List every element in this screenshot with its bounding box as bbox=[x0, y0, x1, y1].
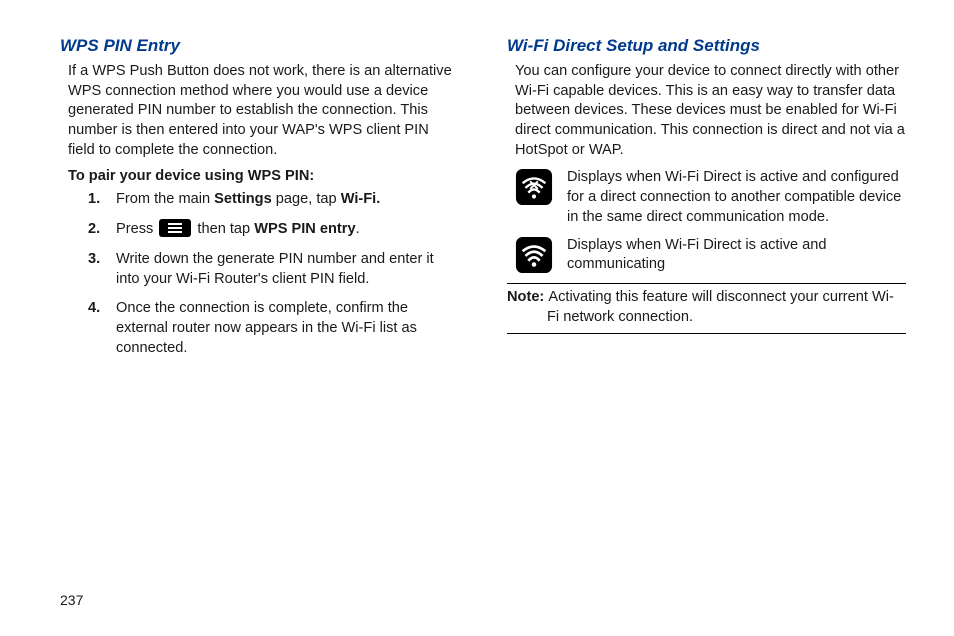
wps-pin-entry-heading: WPS PIN Entry bbox=[60, 36, 459, 56]
step-4: 4. Once the connection is complete, conf… bbox=[88, 299, 459, 358]
wifi-direct-active-configured-icon bbox=[515, 168, 553, 206]
wifi-direct-icon-row-1: Displays when Wi-Fi Direct is active and… bbox=[515, 168, 906, 227]
step-3: 3. Write down the generate PIN number an… bbox=[88, 250, 459, 289]
wifi-direct-icon-row-2: Displays when Wi-Fi Direct is active and… bbox=[515, 236, 906, 275]
wifi-direct-heading: Wi-Fi Direct Setup and Settings bbox=[507, 36, 906, 56]
step-1-number: 1. bbox=[88, 190, 104, 210]
wifi-direct-icon2-desc: Displays when Wi-Fi Direct is active and… bbox=[567, 236, 906, 275]
step-3-number: 3. bbox=[88, 250, 104, 289]
step-1-settings: Settings bbox=[214, 191, 272, 207]
step-2-wps-pin-entry: WPS PIN entry bbox=[254, 221, 355, 237]
divider-bottom bbox=[507, 333, 906, 334]
step-1: 1. From the main Settings page, tap Wi-F… bbox=[88, 190, 459, 210]
step-4-number: 4. bbox=[88, 299, 104, 358]
wifi-direct-active-communicating-icon bbox=[515, 236, 553, 274]
step-2-text-b: then tap bbox=[193, 221, 254, 237]
wifi-direct-intro: You can configure your device to connect… bbox=[515, 62, 906, 160]
divider-top bbox=[507, 283, 906, 284]
step-4-text: Once the connection is complete, confirm… bbox=[116, 299, 459, 358]
step-2-text-a: Press bbox=[116, 221, 157, 237]
note-label: Note: bbox=[507, 289, 548, 305]
note-text: Activating this feature will disconnect … bbox=[547, 289, 894, 325]
wps-intro-paragraph: If a WPS Push Button does not work, ther… bbox=[68, 62, 459, 160]
step-1-wifi: Wi-Fi. bbox=[341, 191, 381, 207]
note-block: Note: Activating this feature will disco… bbox=[507, 288, 906, 327]
step-2-number: 2. bbox=[88, 220, 104, 240]
step-1-text-c: page, tap bbox=[272, 191, 341, 207]
page-number: 237 bbox=[60, 592, 83, 608]
wifi-direct-icon1-desc: Displays when Wi-Fi Direct is active and… bbox=[567, 168, 906, 227]
menu-icon bbox=[159, 219, 191, 237]
step-1-text-a: From the main bbox=[116, 191, 214, 207]
step-2: 2. Press then tap WPS PIN entry. bbox=[88, 220, 459, 240]
wps-subheading: To pair your device using WPS PIN: bbox=[68, 168, 459, 184]
step-2-text-d: . bbox=[356, 221, 360, 237]
step-3-text: Write down the generate PIN number and e… bbox=[116, 250, 459, 289]
